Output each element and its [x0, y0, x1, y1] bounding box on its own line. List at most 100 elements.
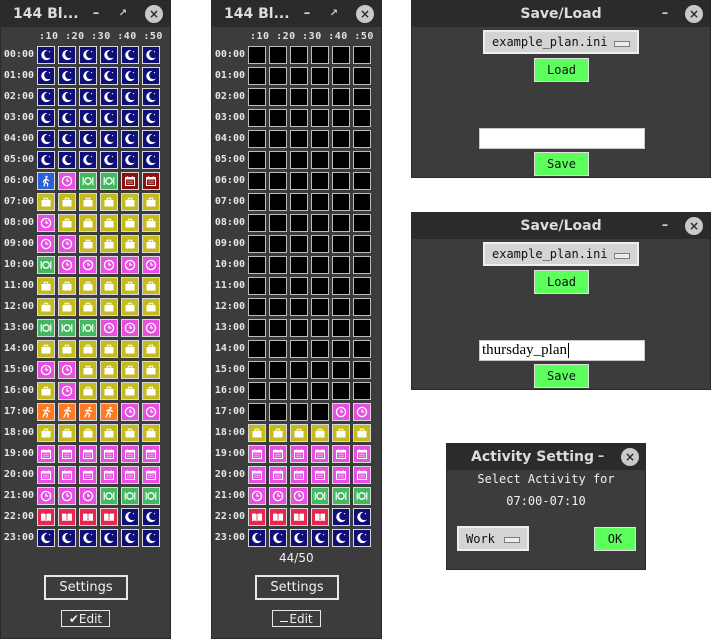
title-bar[interactable]: Save/Load – ×	[412, 213, 710, 239]
time-block-empty[interactable]	[269, 381, 287, 400]
time-block-empty[interactable]	[290, 276, 308, 295]
time-block-empty[interactable]	[311, 213, 329, 232]
time-block-empty[interactable]	[332, 318, 350, 337]
time-block-calendar[interactable]	[332, 444, 350, 463]
time-block-work[interactable]	[142, 213, 160, 232]
time-block-empty[interactable]	[269, 108, 287, 127]
time-block-empty[interactable]	[353, 318, 371, 337]
minimize-button[interactable]: –	[656, 217, 674, 235]
time-block-food[interactable]	[311, 486, 329, 505]
time-block-empty[interactable]	[290, 108, 308, 127]
time-block-work[interactable]	[142, 423, 160, 442]
time-block-calendar[interactable]	[248, 444, 266, 463]
time-block-free[interactable]	[37, 360, 55, 379]
time-block-empty[interactable]	[269, 192, 287, 211]
time-block-empty[interactable]	[248, 318, 266, 337]
time-block-free[interactable]	[79, 255, 97, 274]
time-block-sleep[interactable]	[142, 108, 160, 127]
time-block-work[interactable]	[100, 423, 118, 442]
time-block-empty[interactable]	[353, 192, 371, 211]
minimize-button[interactable]: –	[298, 5, 316, 23]
time-block-sleep[interactable]	[100, 66, 118, 85]
time-block-free[interactable]	[100, 255, 118, 274]
time-block-empty[interactable]	[353, 129, 371, 148]
time-block-sleep[interactable]	[79, 66, 97, 85]
time-block-empty[interactable]	[290, 192, 308, 211]
time-block-empty[interactable]	[290, 171, 308, 190]
time-block-read[interactable]	[79, 507, 97, 526]
close-button[interactable]: ×	[621, 448, 639, 466]
filename-input[interactable]: thursday_plan	[479, 340, 645, 361]
minimize-button[interactable]: –	[656, 5, 674, 23]
time-block-empty[interactable]	[353, 66, 371, 85]
time-block-empty[interactable]	[269, 150, 287, 169]
time-block-empty[interactable]	[290, 234, 308, 253]
time-block-free[interactable]	[37, 234, 55, 253]
time-block-empty[interactable]	[332, 213, 350, 232]
time-block-calendar[interactable]	[100, 444, 118, 463]
time-block-food[interactable]	[100, 171, 118, 190]
time-block-empty[interactable]	[269, 360, 287, 379]
save-button[interactable]: Save	[534, 152, 589, 176]
time-block-read[interactable]	[290, 507, 308, 526]
time-block-free[interactable]	[269, 486, 287, 505]
time-block-exercise[interactable]	[100, 402, 118, 421]
time-block-work[interactable]	[142, 381, 160, 400]
activity-select[interactable]: Work	[457, 526, 529, 551]
time-block-empty[interactable]	[311, 381, 329, 400]
time-block-empty[interactable]	[269, 171, 287, 190]
time-block-sleep[interactable]	[332, 528, 350, 547]
time-block-empty[interactable]	[332, 381, 350, 400]
time-block-sleep[interactable]	[121, 150, 139, 169]
time-block-empty[interactable]	[248, 255, 266, 274]
time-block-work[interactable]	[37, 192, 55, 211]
time-block-sleep[interactable]	[142, 45, 160, 64]
minimize-button[interactable]: –	[87, 5, 105, 23]
time-block-free[interactable]	[332, 402, 350, 421]
time-block-calendar[interactable]	[58, 465, 76, 484]
time-block-sleep[interactable]	[121, 129, 139, 148]
time-block-work[interactable]	[37, 423, 55, 442]
time-block-sleep[interactable]	[37, 129, 55, 148]
time-block-empty[interactable]	[332, 297, 350, 316]
time-block-free[interactable]	[142, 318, 160, 337]
time-block-free[interactable]	[79, 486, 97, 505]
ok-button[interactable]: OK	[594, 527, 636, 551]
time-block-sleep[interactable]	[58, 45, 76, 64]
time-block-work[interactable]	[79, 192, 97, 211]
time-block-empty[interactable]	[248, 87, 266, 106]
time-block-sleep[interactable]	[121, 507, 139, 526]
time-block-empty[interactable]	[332, 150, 350, 169]
time-block-empty[interactable]	[332, 234, 350, 253]
time-block-work[interactable]	[79, 360, 97, 379]
time-block-sleep[interactable]	[121, 528, 139, 547]
time-block-sleep[interactable]	[142, 528, 160, 547]
time-block-work[interactable]	[100, 381, 118, 400]
time-block-empty[interactable]	[353, 213, 371, 232]
time-block-sleep[interactable]	[58, 66, 76, 85]
time-block-empty[interactable]	[269, 129, 287, 148]
time-block-work[interactable]	[121, 360, 139, 379]
time-block-sleep[interactable]	[100, 129, 118, 148]
time-block-read[interactable]	[269, 507, 287, 526]
title-bar[interactable]: 144 Bl... – ↗ ×	[212, 1, 381, 27]
time-block-sleep[interactable]	[58, 129, 76, 148]
time-block-work[interactable]	[58, 192, 76, 211]
time-block-calendar[interactable]	[269, 465, 287, 484]
time-block-empty[interactable]	[290, 66, 308, 85]
time-block-empty[interactable]	[290, 255, 308, 274]
time-block-free[interactable]	[58, 171, 76, 190]
time-block-sleep[interactable]	[121, 108, 139, 127]
time-block-work[interactable]	[142, 276, 160, 295]
time-block-empty[interactable]	[248, 213, 266, 232]
time-block-work[interactable]	[79, 339, 97, 358]
time-block-empty[interactable]	[332, 276, 350, 295]
time-block-read[interactable]	[311, 507, 329, 526]
time-block-sleep[interactable]	[142, 150, 160, 169]
time-block-work[interactable]	[332, 423, 350, 442]
time-block-empty[interactable]	[290, 402, 308, 421]
time-block-work[interactable]	[58, 213, 76, 232]
time-block-free[interactable]	[37, 486, 55, 505]
time-block-empty[interactable]	[311, 171, 329, 190]
time-block-work[interactable]	[290, 423, 308, 442]
